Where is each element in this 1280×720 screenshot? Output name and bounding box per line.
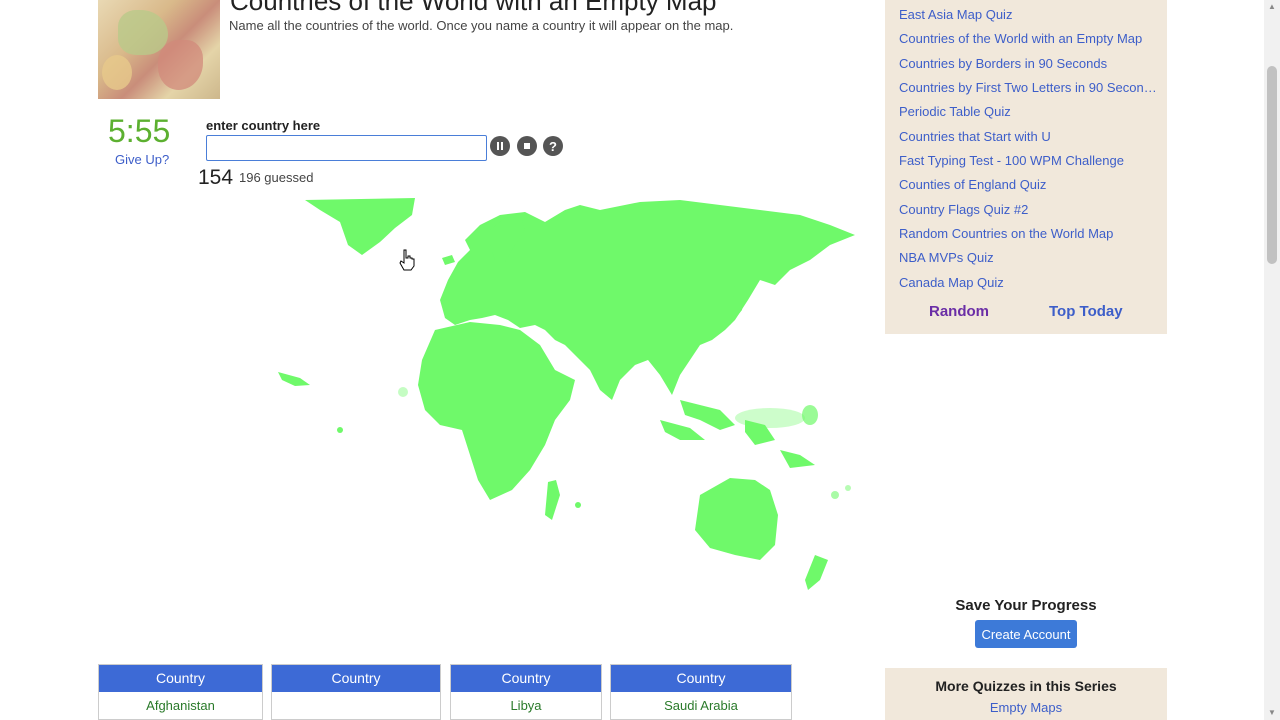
sidebar-link[interactable]: Random Countries on the World Map (899, 226, 1157, 241)
answer-cell: Libya (510, 698, 542, 713)
total-guessed: 196 guessed (239, 170, 314, 185)
sidebar-link[interactable]: Country Flags Quiz #2 (899, 202, 1157, 217)
quiz-timer: 5:55 (108, 113, 171, 149)
input-label: enter country here (206, 118, 321, 133)
hand-cursor-icon (399, 249, 415, 271)
sidebar-link[interactable]: NBA MVPs Quiz (899, 250, 1157, 265)
scroll-thumb[interactable] (1267, 66, 1277, 264)
page-subtitle: Name all the countries of the world. Onc… (229, 18, 734, 33)
sidebar-link[interactable]: Countries by First Two Letters in 90 Sec… (899, 80, 1157, 95)
sidebar-link[interactable]: Countries of the World with an Empty Map (899, 31, 1157, 46)
give-up-link[interactable]: Give Up? (115, 152, 169, 167)
more-quizzes-title: More Quizzes in this Series (935, 678, 1117, 694)
sidebar-link[interactable]: Countries by Borders in 90 Seconds (899, 56, 1157, 71)
sidebar-link[interactable]: Countries that Start with U (899, 129, 1157, 144)
answer-column: Country (271, 664, 441, 720)
answer-column: Country Libya (450, 664, 602, 720)
empty-maps-link[interactable]: Empty Maps (885, 700, 1167, 715)
page-scrollbar[interactable]: ▲ ▼ (1264, 0, 1280, 720)
related-quizzes-sidebar: East Asia Map Quiz Countries of the Worl… (885, 0, 1167, 334)
save-progress-title: Save Your Progress (955, 597, 1097, 614)
stop-button[interactable] (517, 136, 537, 156)
stop-icon (524, 143, 530, 149)
column-header: Country (451, 665, 601, 692)
sidebar-link[interactable]: East Asia Map Quiz (899, 7, 1157, 22)
page-title: Countries of the World with an Empty Map (230, 0, 717, 16)
world-map (278, 198, 855, 590)
pause-button[interactable] (490, 136, 510, 156)
sidebar-link[interactable]: Canada Map Quiz (899, 275, 1157, 290)
random-quiz-link[interactable]: Random (929, 303, 989, 320)
create-account-button[interactable]: Create Account (975, 620, 1077, 648)
answer-cell (272, 692, 440, 720)
column-header: Country (611, 665, 791, 692)
answer-column: Country Saudi Arabia (610, 664, 792, 720)
help-button[interactable]: ? (543, 136, 563, 156)
pause-icon (497, 142, 503, 150)
answer-column: Country Afghanistan (98, 664, 263, 720)
answer-cell: Afghanistan (146, 698, 215, 713)
sidebar-link[interactable]: Fast Typing Test - 100 WPM Challenge (899, 153, 1157, 168)
answer-cell: Saudi Arabia (664, 698, 738, 713)
top-today-link[interactable]: Top Today (1049, 303, 1123, 320)
guessed-countries (278, 198, 855, 590)
scroll-up-icon[interactable]: ▲ (1268, 2, 1276, 11)
score-count: 154 (198, 166, 234, 189)
scroll-down-icon[interactable]: ▼ (1268, 708, 1276, 717)
column-header: Country (99, 665, 262, 692)
column-header: Country (272, 665, 440, 692)
more-quizzes-box: More Quizzes in this Series Empty Maps (885, 668, 1167, 720)
quiz-thumbnail (98, 0, 220, 99)
sidebar-link[interactable]: Periodic Table Quiz (899, 104, 1157, 119)
sidebar-link[interactable]: Counties of England Quiz (899, 177, 1157, 192)
country-input[interactable] (206, 135, 487, 161)
help-icon: ? (549, 138, 557, 154)
